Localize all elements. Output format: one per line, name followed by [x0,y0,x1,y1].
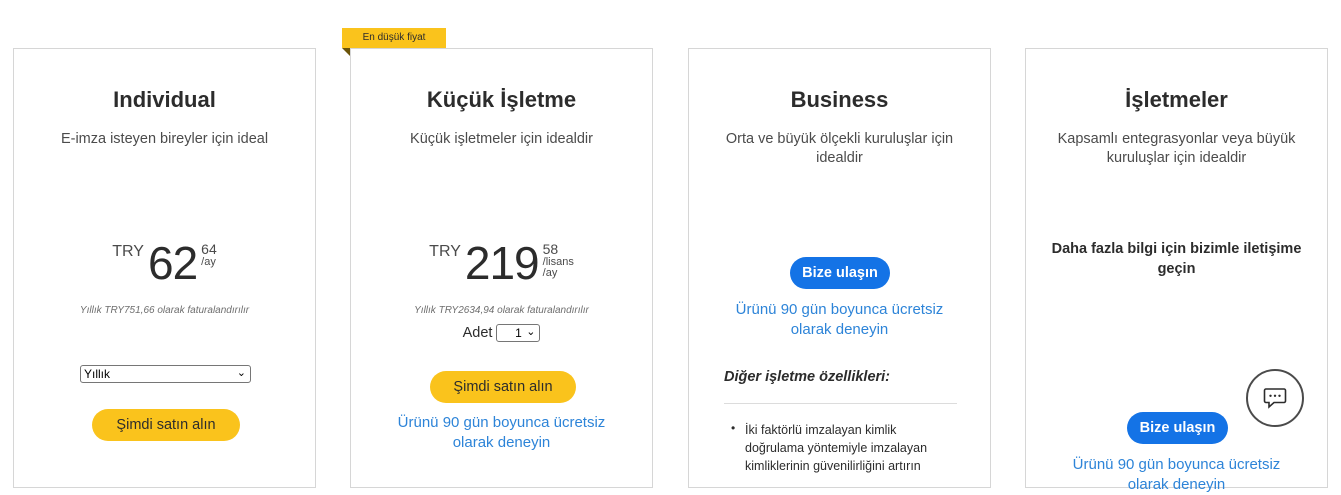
price-currency: TRY [429,243,461,260]
plan-title: İşletmeler [1125,87,1228,112]
price-unit-month: /ay [542,267,558,279]
plan-title: Individual [113,87,216,112]
price-whole: 219 [464,237,540,289]
plan-subtitle: E-imza isteyen bireyler için ideal [60,131,269,147]
feature-item: İki faktörlü imzalayan kimlik doğrulama … [745,423,928,473]
chevron-down-icon: ⌄ [526,326,536,338]
billing-note: Yıllık TRY2634,94 olarak faturalandırılı… [414,305,589,316]
quantity-row: Adet 1 ⌄ [351,324,652,342]
plan-title: Küçük İşletme [426,87,577,112]
plan-card-small-business: Küçük İşletme Küçük işletmeler için idea… [350,48,653,488]
plan-card-individual: Individual E-imza isteyen bireyler için … [13,48,316,488]
billing-period-select[interactable]: Yıllık ⌄ [80,365,251,383]
contact-us-button[interactable]: Bize ulaşın [790,257,890,289]
quantity-value: 1 [515,326,522,340]
ribbon-fold [342,48,350,56]
plan-price: TRY 219 58 /lisans /ay [351,237,652,289]
divider [724,403,957,404]
bullet-icon: • [731,421,736,435]
buy-now-button[interactable]: Şimdi satın alın [92,409,240,441]
price-currency: TRY [112,243,144,260]
plan-price: TRY 62 64 /ay [14,237,315,289]
features-title: Diğer işletme özellikleri: [724,369,891,385]
contact-us-button[interactable]: Bize ulaşın [1127,412,1228,444]
chevron-down-icon: ⌄ [236,367,246,379]
quantity-select[interactable]: 1 ⌄ [496,324,541,342]
contact-prompt: Daha fazla bilgi için bizimle iletişime … [1051,241,1302,277]
lowest-price-ribbon: En düşük fiyat [342,28,446,48]
billing-period-value: Yıllık [84,367,111,381]
price-whole: 62 [147,237,198,289]
plan-subtitle: Küçük işletmeler için idealdir [410,131,593,147]
quantity-label: Adet [462,325,493,341]
price-cents: 64 [201,241,217,257]
plan-card-business: Business Orta ve büyük ölçekli kuruluşla… [688,48,991,488]
chat-button[interactable] [1246,369,1304,427]
free-trial-link[interactable]: Ürünü 90 gün boyunca ücretsiz olarak den… [689,300,990,340]
chat-bubble-icon [1263,388,1287,409]
plan-title: Business [790,87,889,112]
plan-subtitle: Kapsamlı entegrasyonlar veya büyük kurul… [1057,131,1296,166]
buy-now-button[interactable]: Şimdi satın alın [430,371,576,403]
free-trial-link[interactable]: Ürünü 90 gün boyunca ücretsiz olarak den… [1026,455,1327,495]
free-trial-link[interactable]: Ürünü 90 gün boyunca ücretsiz olarak den… [351,413,652,453]
price-unit: /ay [201,256,216,268]
plan-subtitle: Orta ve büyük ölçekli kuruluşlar için id… [725,131,954,166]
price-cents: 58 [542,241,559,257]
billing-note: Yıllık TRY751,66 olarak faturalandırılır [79,305,250,316]
